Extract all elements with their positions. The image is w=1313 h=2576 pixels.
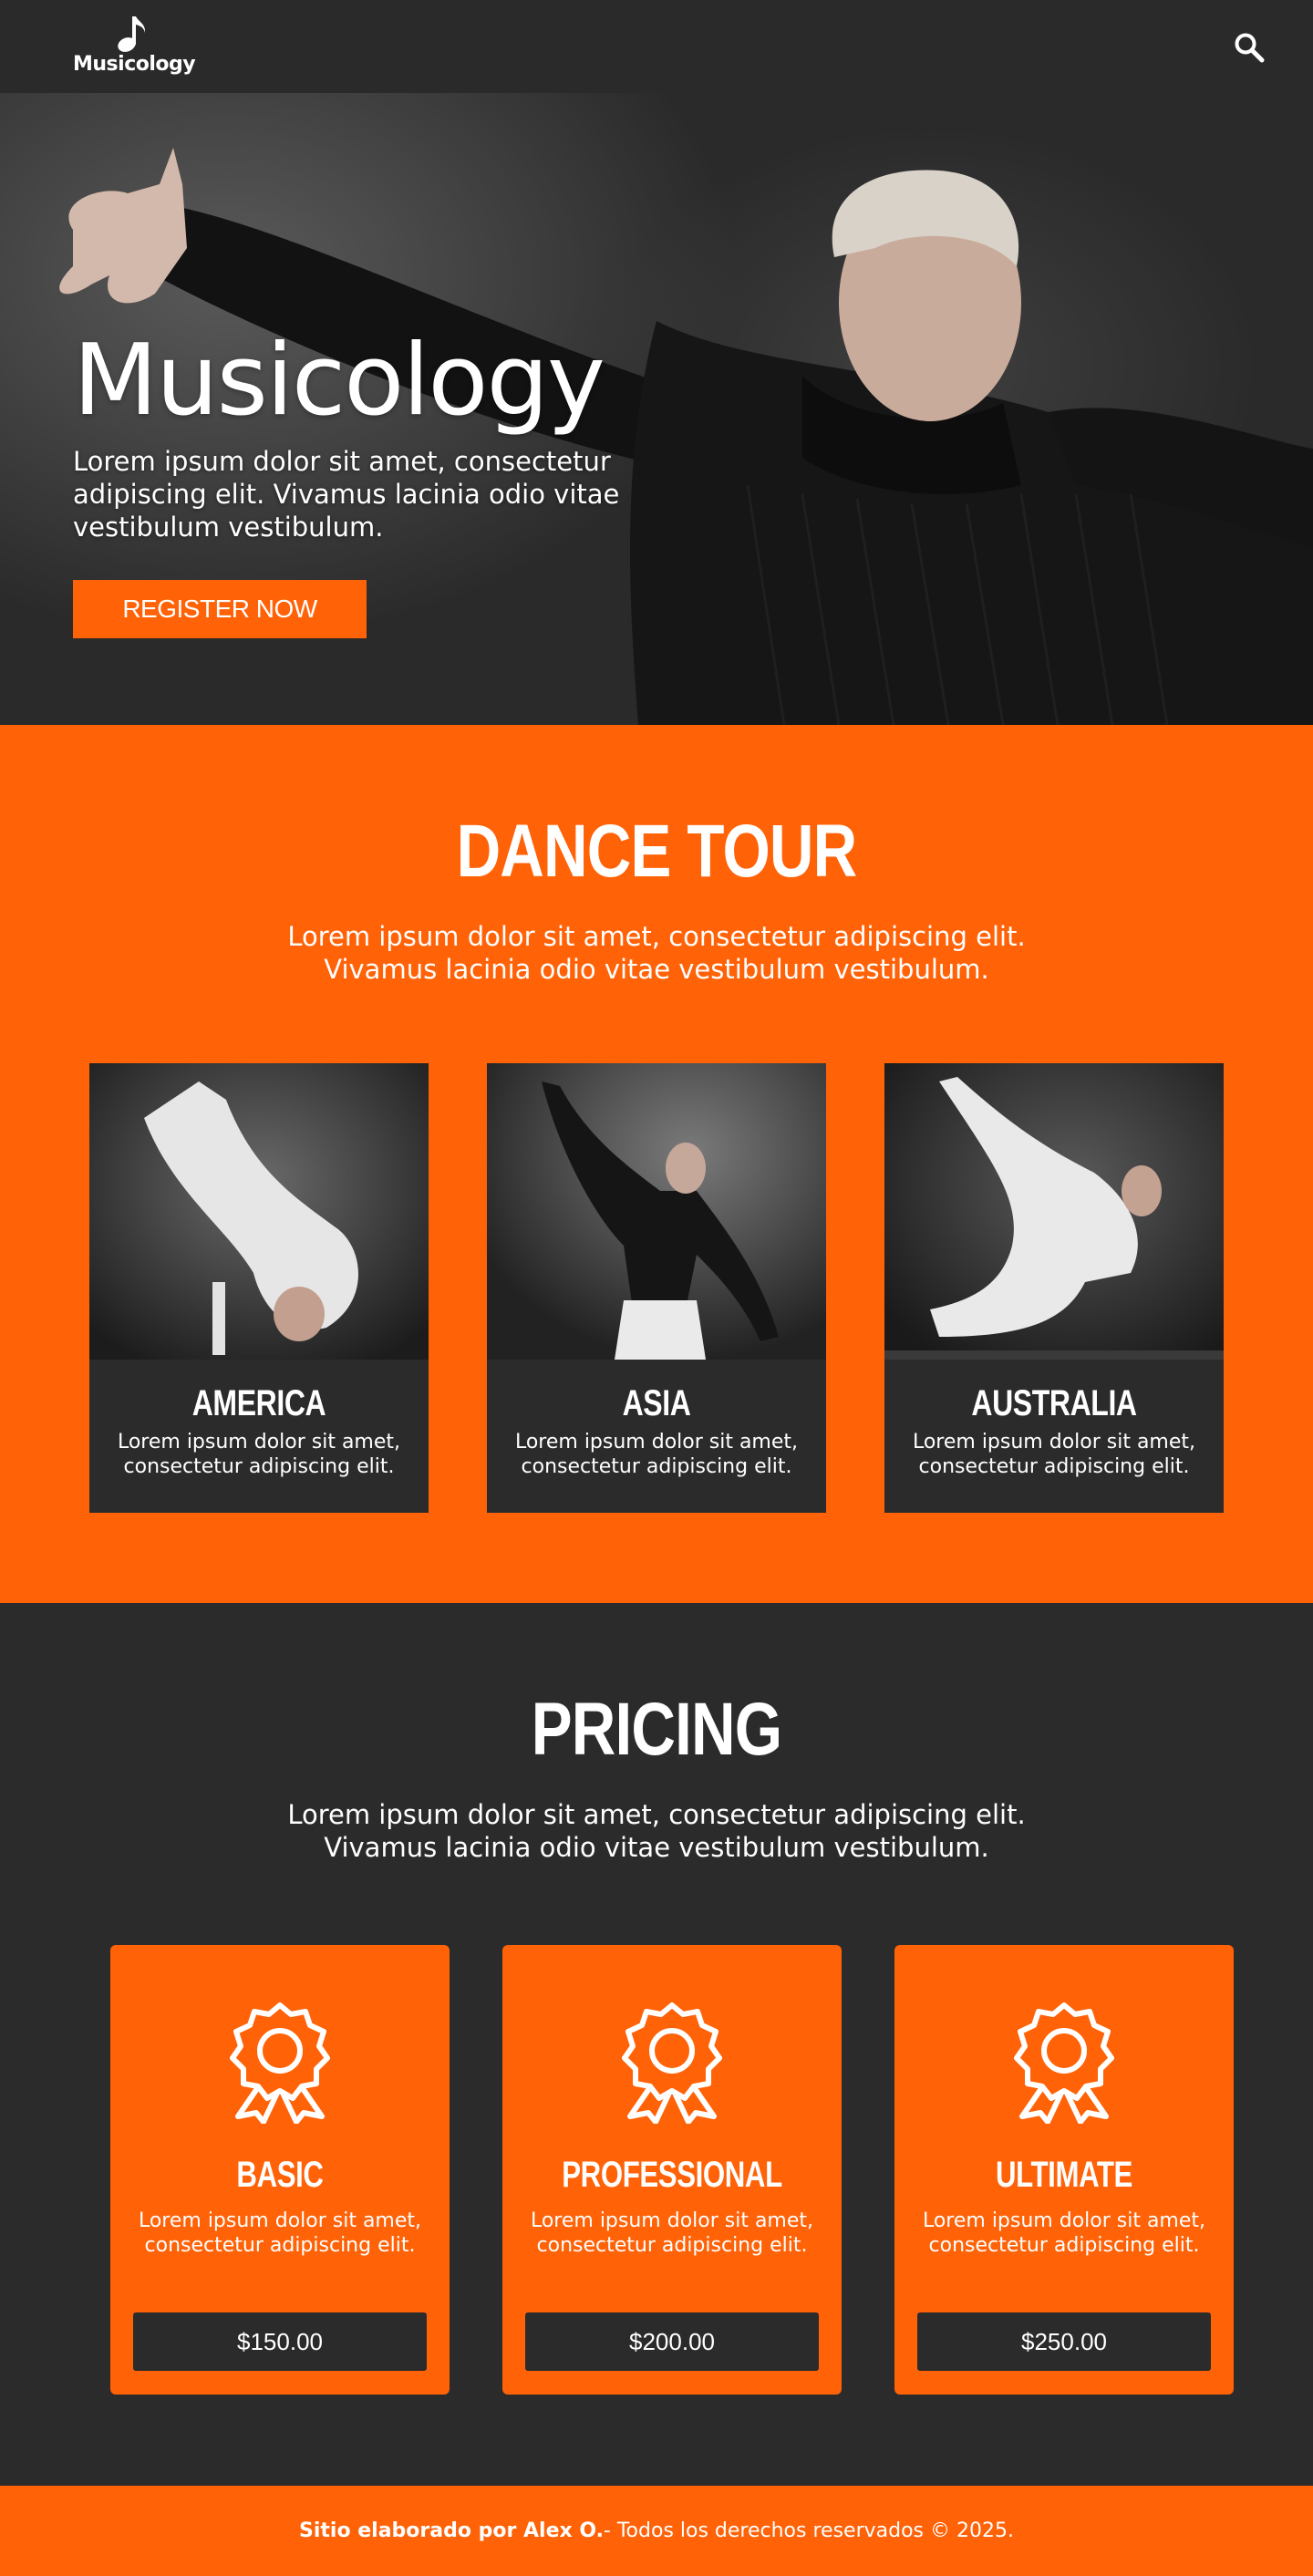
register-now-button[interactable]: REGISTER NOW — [73, 580, 367, 638]
award-ribbon-icon — [622, 2002, 722, 2124]
tour-america-image — [89, 1063, 429, 1360]
tour-asia-image — [487, 1063, 826, 1360]
dance-tour-title: DANCE TOUR — [456, 810, 858, 893]
pricing-card-ultimate: ULTIMATE Lorem ipsum dolor sit amet, con… — [894, 1945, 1234, 2395]
dance-tour-description: Lorem ipsum dolor sit amet, consectetur … — [287, 921, 1026, 985]
pricing-card-professional: PROFESSIONAL Lorem ipsum dolor sit amet,… — [502, 1945, 842, 2395]
award-ribbon-icon — [230, 2002, 330, 2124]
price-button-basic[interactable]: $150.00 — [133, 2312, 427, 2371]
award-ribbon-icon — [1014, 2002, 1114, 2124]
hero-description: Lorem ipsum dolor sit amet, consectetur … — [73, 446, 620, 543]
footer-author: Sitio elaborado por Alex O. — [299, 2519, 604, 2542]
tour-card-text: Lorem ipsum dolor sit amet, consectetur … — [912, 1431, 1196, 1478]
plan-text: Lorem ipsum dolor sit amet, consectetur … — [530, 2209, 814, 2257]
music-note-icon — [118, 16, 146, 52]
price-button-professional[interactable]: $200.00 — [525, 2312, 819, 2371]
pricing-title: PRICING — [531, 1688, 782, 1771]
price-button-ultimate[interactable]: $250.00 — [917, 2312, 1211, 2371]
logo-text: Musicology — [73, 53, 196, 76]
pricing-card-list: BASIC Lorem ipsum dolor sit amet, consec… — [110, 1945, 1234, 2395]
dance-tour-section: DANCE TOUR Lorem ipsum dolor sit amet, c… — [0, 725, 1313, 1603]
footer-rights: - Todos los derechos reservados © 2025. — [603, 2519, 1014, 2542]
tour-australia-image — [884, 1063, 1224, 1360]
tour-card-text: Lorem ipsum dolor sit amet, consectetur … — [514, 1431, 799, 1478]
tour-card-name: AMERICA — [191, 1383, 326, 1423]
plan-name: PROFESSIONAL — [562, 2155, 782, 2195]
plan-text: Lorem ipsum dolor sit amet, consectetur … — [922, 2209, 1206, 2257]
tour-card-name: ASIA — [622, 1383, 691, 1423]
pricing-card-basic: BASIC Lorem ipsum dolor sit amet, consec… — [110, 1945, 450, 2395]
pricing-description: Lorem ipsum dolor sit amet, consectetur … — [287, 1799, 1026, 1863]
hero-title: Musicology — [73, 324, 605, 438]
pricing-section: PRICING Lorem ipsum dolor sit amet, cons… — [0, 1603, 1313, 2486]
tour-card-asia[interactable]: ASIA Lorem ipsum dolor sit amet, consect… — [487, 1063, 826, 1513]
plan-name: ULTIMATE — [996, 2155, 1132, 2195]
tour-card-america[interactable]: AMERICA Lorem ipsum dolor sit amet, cons… — [89, 1063, 429, 1513]
search-icon[interactable] — [1233, 31, 1266, 64]
top-nav: Musicology — [0, 0, 1313, 93]
tour-card-text: Lorem ipsum dolor sit amet, consectetur … — [117, 1431, 401, 1478]
tour-card-australia[interactable]: AUSTRALIA Lorem ipsum dolor sit amet, co… — [884, 1063, 1224, 1513]
plan-text: Lorem ipsum dolor sit amet, consectetur … — [138, 2209, 422, 2257]
hero-section: Musicology Lorem ipsum dolor sit amet, c… — [0, 93, 1313, 725]
hero-content: Musicology Lorem ipsum dolor sit amet, c… — [73, 332, 656, 638]
tour-card-name: AUSTRALIA — [971, 1383, 1137, 1423]
logo[interactable]: Musicology — [73, 15, 196, 76]
plan-name: BASIC — [236, 2155, 324, 2195]
footer: Sitio elaborado por Alex O. - Todos los … — [0, 2486, 1313, 2576]
tour-card-list: AMERICA Lorem ipsum dolor sit amet, cons… — [89, 1063, 1224, 1513]
